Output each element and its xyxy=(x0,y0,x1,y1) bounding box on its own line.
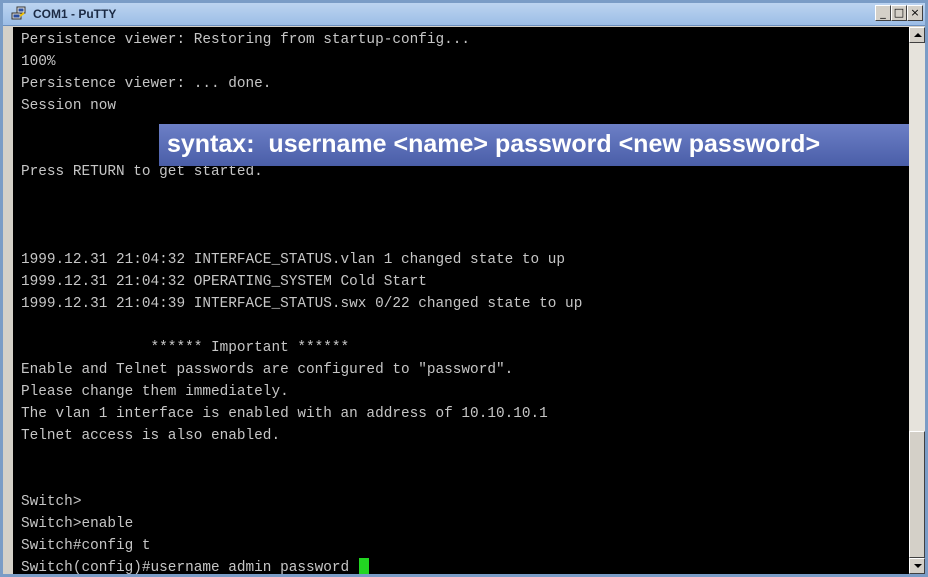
terminal-line: Telnet access is also enabled. xyxy=(21,428,281,444)
scroll-down-button[interactable] xyxy=(909,558,925,574)
terminal-screen[interactable]: Persistence viewer: Restoring from start… xyxy=(13,27,909,574)
terminal-prompt-line: Switch(config)#username admin password xyxy=(21,557,369,574)
arrow-down-icon xyxy=(914,564,922,568)
terminal-line: 1999.12.31 21:04:32 OPERATING_SYSTEM Col… xyxy=(21,274,427,290)
vertical-scrollbar[interactable] xyxy=(909,27,925,574)
terminal-line: The vlan 1 interface is enabled with an … xyxy=(21,406,548,422)
minimize-button[interactable]: _ xyxy=(875,5,891,21)
arrow-up-icon xyxy=(914,33,922,37)
terminal-line: Switch#config t xyxy=(21,538,151,554)
terminal-line: Session now xyxy=(21,98,116,114)
syntax-overlay-banner: syntax: username <name> password <new pa… xyxy=(159,124,909,166)
window-controls: _ □ × xyxy=(875,5,923,23)
terminal-line: Please change them immediately. xyxy=(21,384,289,400)
minimize-icon: _ xyxy=(880,6,886,19)
scroll-up-button[interactable] xyxy=(909,27,925,43)
terminal-line: Persistence viewer: ... done. xyxy=(21,76,272,92)
maximize-icon: □ xyxy=(893,6,905,19)
window-title: COM1 - PuTTY xyxy=(33,7,117,21)
terminal-line: Switch> xyxy=(21,494,82,510)
terminal-line: Switch>enable xyxy=(21,516,134,532)
close-icon: × xyxy=(910,6,920,19)
scrollbar-thumb[interactable] xyxy=(909,431,925,558)
syntax-overlay-text: syntax: username <name> password <new pa… xyxy=(167,130,821,158)
maximize-button[interactable]: □ xyxy=(891,5,907,21)
terminal-line: Persistence viewer: Restoring from start… xyxy=(21,32,471,48)
text-cursor xyxy=(358,558,369,574)
terminal-line: 1999.12.31 21:04:32 INTERFACE_STATUS.vla… xyxy=(21,252,566,268)
title-bar[interactable]: COM1 - PuTTY _ □ × xyxy=(3,3,925,26)
putty-computer-icon xyxy=(11,6,26,20)
close-button[interactable]: × xyxy=(907,5,923,21)
terminal-line: ****** Important ****** xyxy=(21,340,350,356)
putty-window: COM1 - PuTTY _ □ × Persistence viewer: R… xyxy=(0,0,928,577)
terminal-prompt-text: Switch(config)#username admin password xyxy=(21,560,358,574)
terminal-line: 1999.12.31 21:04:39 INTERFACE_STATUS.swx… xyxy=(21,296,583,312)
terminal-line: Enable and Telnet passwords are configur… xyxy=(21,362,514,378)
terminal-line: 100% xyxy=(21,54,56,70)
